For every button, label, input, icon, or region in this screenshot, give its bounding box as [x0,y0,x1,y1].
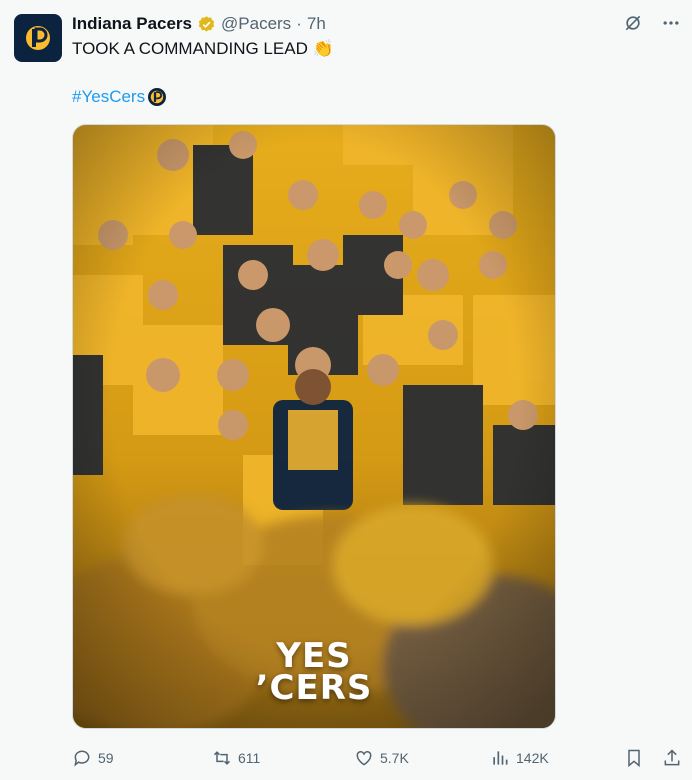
repost-icon [213,751,231,765]
top-right-icons [622,12,682,34]
views-button[interactable]: 142K [490,748,610,768]
repost-count: 611 [238,750,261,766]
reply-icon [74,750,90,767]
verified-badge-icon [198,15,215,32]
share-button[interactable] [662,748,682,768]
separator: · [296,14,302,33]
views-icon [493,751,508,765]
post-image[interactable]: YES ’CERS [72,124,556,729]
avatar[interactable] [14,14,62,62]
post-header: Indiana Pacers @Pacers · 7h [72,14,612,34]
like-count: 5.7K [380,750,409,766]
reply-button[interactable]: 59 [72,748,212,768]
reply-count: 59 [98,750,114,766]
overlay-line-2: ’CERS [255,668,373,708]
bookmark-icon [628,749,640,768]
like-icon [356,750,372,766]
bookmark-button[interactable] [624,748,644,768]
pacers-logo-emoji [148,88,167,106]
action-bar: 59 611 5.7K 142K [72,744,682,772]
post-time[interactable]: 7h [307,14,326,34]
media-overlay-text: YES ’CERS [73,639,555,708]
grok-icon[interactable] [622,12,644,34]
pacers-logo-icon [26,26,50,50]
hashtag-line: #YesCers [72,86,167,108]
right-actions [624,748,682,768]
share-icon [664,749,680,766]
author-handle[interactable]: @Pacers [221,14,291,34]
repost-button[interactable]: 611 [212,748,354,768]
author-name[interactable]: Indiana Pacers [72,14,192,34]
post-text: TOOK A COMMANDING LEAD 👏 [72,39,334,58]
more-icon[interactable] [660,12,682,34]
like-button[interactable]: 5.7K [354,748,490,768]
hashtag-link[interactable]: #YesCers [72,86,145,108]
views-count: 142K [516,750,549,766]
